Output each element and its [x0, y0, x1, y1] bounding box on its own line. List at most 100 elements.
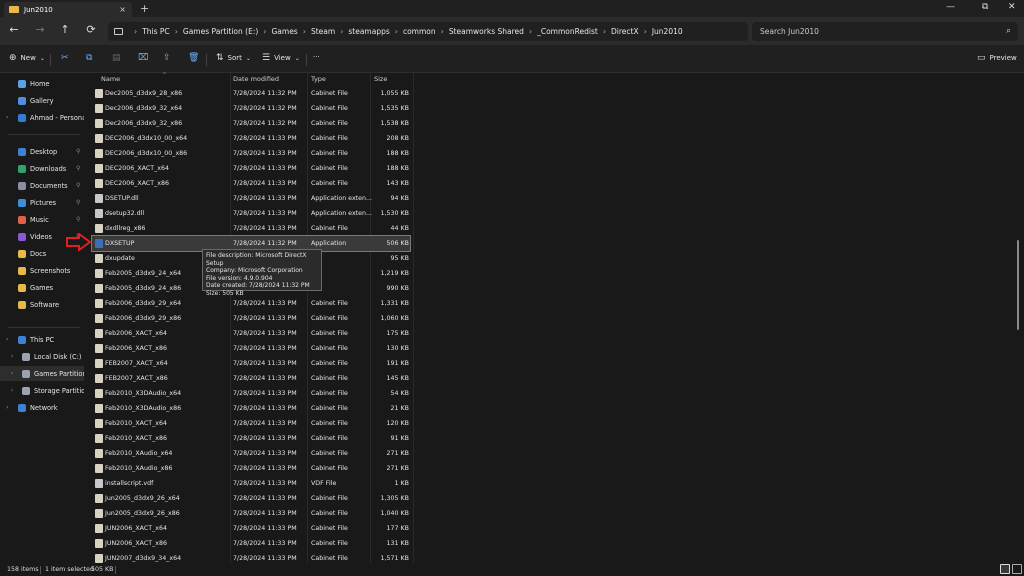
file-row[interactable]: DEC2006_d3dx10_00_x86 7/28/2024 11:33 PM C… [92, 146, 410, 161]
delete-button[interactable]: 🗑 [188, 53, 203, 63]
chevron-right-icon[interactable]: › [6, 336, 8, 343]
breadcrumb-item[interactable]: Steam [311, 27, 335, 36]
paste-button[interactable]: ▤ [112, 53, 125, 63]
sidebar-item-games-partition-e[interactable]: › Games Partition (E:) [0, 366, 84, 381]
file-row[interactable]: Feb2010_XACT_x64 7/28/2024 11:33 PM Cabine… [92, 416, 410, 431]
sort-button[interactable]: ⇅ Sort ⌄ [216, 53, 255, 63]
preview-button[interactable]: ▭ Preview [977, 53, 1017, 63]
sidebar-item-home[interactable]: Home [0, 76, 84, 91]
file-row[interactable]: Dec2006_d3dx9_32_x64 7/28/2024 11:32 PM Ca… [92, 101, 410, 116]
file-row[interactable]: Dec2006_d3dx9_32_x86 7/28/2024 11:32 PM Ca… [92, 116, 410, 131]
chevron-right-icon[interactable]: › [175, 27, 178, 36]
sidebar-item-music[interactable]: Music ⚲ [0, 212, 84, 227]
share-button[interactable]: ⇪ [163, 53, 175, 63]
tab-jun2010[interactable]: Jun2010 × [4, 2, 132, 17]
cut-button[interactable]: ✂ [61, 53, 73, 63]
rename-button[interactable]: ⌧ [138, 53, 152, 63]
breadcrumb-item[interactable]: _CommonRedist [537, 27, 598, 36]
chevron-right-icon[interactable]: › [263, 27, 266, 36]
sidebar-item-this-pc[interactable]: › This PC [0, 332, 84, 347]
minimize-button[interactable]: — [946, 2, 955, 12]
column-header-type[interactable]: Type [311, 73, 371, 85]
search-input[interactable] [760, 27, 990, 36]
chevron-right-icon[interactable]: › [303, 27, 306, 36]
chevron-right-icon[interactable]: › [644, 27, 647, 36]
breadcrumb-item[interactable]: Steamworks Shared [449, 27, 524, 36]
file-row[interactable]: Jun2005_d3dx9_26_x86 7/28/2024 11:33 PM Ca… [92, 506, 410, 521]
breadcrumb-item[interactable]: DirectX [611, 27, 639, 36]
file-row[interactable]: Feb2010_XAudio_x86 7/28/2024 11:33 PM Cabi… [92, 461, 410, 476]
sidebar-item-desktop[interactable]: Desktop ⚲ [0, 144, 84, 159]
chevron-right-icon[interactable]: › [6, 114, 8, 121]
file-row[interactable]: Jun2005_d3dx9_26_x64 7/28/2024 11:33 PM Ca… [92, 491, 410, 506]
file-row[interactable]: dxdllreg_x86 7/28/2024 11:33 PM Cabinet Fi… [92, 221, 410, 236]
file-row[interactable]: DEC2006_d3dx10_00_x64 7/28/2024 11:33 PM C… [92, 131, 410, 146]
file-row[interactable]: dsetup32.dll 7/28/2024 11:33 PM Applicatio… [92, 206, 410, 221]
column-header-date[interactable]: Date modified [233, 73, 308, 85]
up-button[interactable]: ↑ [57, 23, 73, 36]
maximize-button[interactable]: ⧉ [982, 2, 988, 12]
file-row[interactable]: FEB2007_XACT_x64 7/28/2024 11:33 PM Cabine… [92, 356, 410, 371]
new-tab-button[interactable]: + [140, 2, 149, 15]
breadcrumb-item[interactable]: Games [271, 27, 297, 36]
file-row[interactable]: FEB2007_XACT_x86 7/28/2024 11:33 PM Cabine… [92, 371, 410, 386]
chevron-right-icon[interactable]: › [11, 353, 13, 360]
sidebar-item-games[interactable]: Games [0, 280, 84, 295]
file-row[interactable]: Feb2006_d3dx9_29_x64 7/28/2024 11:33 PM Ca… [92, 296, 410, 311]
tab-close-icon[interactable]: × [119, 5, 126, 14]
chevron-right-icon[interactable]: › [441, 27, 444, 36]
chevron-right-icon[interactable]: › [11, 370, 13, 377]
tiles-view-button[interactable] [1012, 564, 1022, 574]
sidebar-item-downloads[interactable]: Downloads ⚲ [0, 161, 84, 176]
file-row[interactable]: JUN2006_XACT_x86 7/28/2024 11:33 PM Cabine… [92, 536, 410, 551]
refresh-button[interactable]: ⟳ [83, 23, 99, 36]
column-header-size[interactable]: Size [374, 73, 414, 85]
column-header-name[interactable]: Name [101, 73, 231, 85]
sidebar-item-documents[interactable]: Documents ⚲ [0, 178, 84, 193]
sidebar-item-storage-partition-d[interactable]: › Storage Partition (D:) [0, 383, 84, 398]
file-row[interactable]: installscript.vdf 7/28/2024 11:33 PM VDF F… [92, 476, 410, 491]
column-divider[interactable] [413, 73, 414, 563]
breadcrumb-item[interactable]: steamapps [348, 27, 389, 36]
sidebar-item-gallery[interactable]: Gallery [0, 93, 84, 108]
chevron-right-icon[interactable]: › [134, 27, 137, 36]
chevron-right-icon[interactable]: › [340, 27, 343, 36]
file-row[interactable]: Feb2010_X3DAudio_x86 7/28/2024 11:33 PM Ca… [92, 401, 410, 416]
close-window-button[interactable]: ✕ [1008, 2, 1016, 12]
sidebar-item-local-disk-c[interactable]: › Local Disk (C:) [0, 349, 84, 364]
sidebar-item-screenshots[interactable]: Screenshots [0, 263, 84, 278]
vertical-scrollbar[interactable] [1017, 240, 1019, 330]
new-button[interactable]: ⊕ New ⌄ [9, 53, 49, 63]
chevron-right-icon[interactable]: › [6, 404, 8, 411]
address-bar[interactable]: › This PC › Games Partition (E:) › Games › Stea… [108, 22, 748, 41]
file-row[interactable]: JUN2006_XACT_x64 7/28/2024 11:33 PM Cabine… [92, 521, 410, 536]
search-box[interactable]: ⌕ [752, 22, 1018, 41]
chevron-right-icon[interactable]: › [395, 27, 398, 36]
sidebar-item-pictures[interactable]: Pictures ⚲ [0, 195, 84, 210]
file-row[interactable]: Feb2006_XACT_x64 7/28/2024 11:33 PM Cabine… [92, 326, 410, 341]
file-row[interactable]: DEC2006_XACT_x64 7/28/2024 11:33 PM Cabine… [92, 161, 410, 176]
file-row[interactable]: Feb2010_XACT_x86 7/28/2024 11:33 PM Cabine… [92, 431, 410, 446]
breadcrumb-item[interactable]: common [403, 27, 436, 36]
sidebar-item-network[interactable]: › Network [0, 400, 84, 415]
chevron-right-icon[interactable]: › [603, 27, 606, 36]
chevron-right-icon[interactable]: › [529, 27, 532, 36]
file-row[interactable]: Feb2006_XACT_x86 7/28/2024 11:33 PM Cabine… [92, 341, 410, 356]
file-row[interactable]: Dec2005_d3dx9_28_x86 7/28/2024 11:32 PM Ca… [92, 86, 410, 101]
view-button[interactable]: ☰ View ⌄ [262, 53, 304, 63]
breadcrumb-item[interactable]: Jun2010 [652, 27, 683, 36]
more-options-button[interactable]: ··· [313, 53, 320, 61]
file-row[interactable]: DSETUP.dll 7/28/2024 11:33 PM Application … [92, 191, 410, 206]
file-row[interactable]: Feb2010_XAudio_x64 7/28/2024 11:33 PM Cabi… [92, 446, 410, 461]
details-view-button[interactable] [1000, 564, 1010, 574]
file-row[interactable]: Feb2006_d3dx9_29_x86 7/28/2024 11:33 PM Ca… [92, 311, 410, 326]
sidebar-item-ahmad-personal[interactable]: › Ahmad - Personal [0, 110, 84, 125]
back-button[interactable]: ← [6, 23, 22, 36]
sidebar-item-software[interactable]: Software [0, 297, 84, 312]
chevron-right-icon[interactable]: › [11, 387, 13, 394]
file-row[interactable]: DEC2006_XACT_x86 7/28/2024 11:33 PM Cabine… [92, 176, 410, 191]
forward-button[interactable]: → [32, 23, 48, 36]
breadcrumb-item[interactable]: Games Partition (E:) [183, 27, 258, 36]
breadcrumb-item[interactable]: This PC [142, 27, 169, 36]
file-row[interactable]: Feb2010_X3DAudio_x64 7/28/2024 11:33 PM Ca… [92, 386, 410, 401]
